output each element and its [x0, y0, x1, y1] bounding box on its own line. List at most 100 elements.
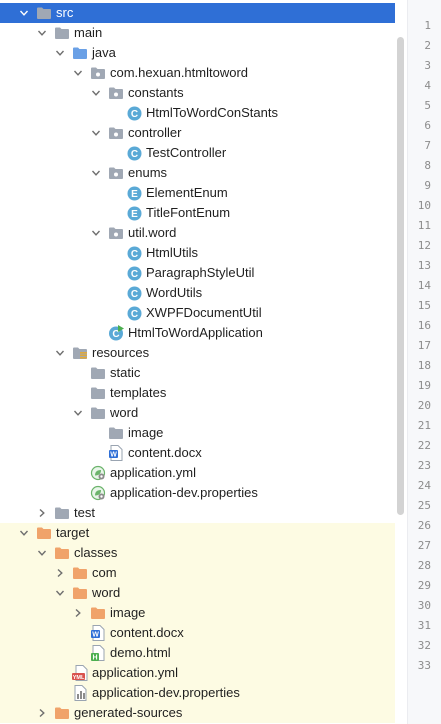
tree-item[interactable]: C XWPFDocumentUtil: [0, 303, 395, 323]
line-number: 21: [417, 419, 431, 432]
tree-item[interactable]: main: [0, 23, 395, 43]
line-number: 26: [417, 519, 431, 532]
folder-icon: [54, 505, 70, 521]
source-folder-icon: [72, 45, 88, 61]
tree-item-label: src: [56, 5, 74, 20]
tree-item[interactable]: generated-sources: [0, 703, 395, 723]
tree-item[interactable]: C WordUtils: [0, 283, 395, 303]
svg-text:C: C: [130, 249, 137, 260]
line-number: 1: [424, 19, 431, 32]
line-number: 14: [417, 279, 431, 292]
html-file-icon: H: [90, 645, 106, 661]
tree-item[interactable]: word: [0, 403, 395, 423]
tree-item-label: ElementEnum: [146, 185, 228, 200]
tree-item[interactable]: C HtmlToWordConStants: [0, 103, 395, 123]
tree-item[interactable]: test: [0, 503, 395, 523]
tree-item-label: controller: [128, 125, 182, 140]
tree-item[interactable]: com.hexuan.htmltoword: [0, 63, 395, 83]
chevron-down-icon[interactable]: [90, 86, 102, 100]
folder-icon: [90, 405, 106, 421]
class-icon: C: [126, 105, 142, 121]
chevron-down-icon[interactable]: [72, 66, 84, 80]
folder-icon: [54, 25, 70, 41]
tree-item[interactable]: Hdemo.html: [0, 643, 395, 663]
tree-item[interactable]: C TestController: [0, 143, 395, 163]
chevron-down-icon[interactable]: [54, 346, 66, 360]
tree-item[interactable]: application-dev.properties: [0, 683, 395, 703]
line-number: 22: [417, 439, 431, 452]
chevron-right-icon[interactable]: [36, 506, 48, 520]
line-number: 16: [417, 319, 431, 332]
package-icon: [108, 85, 124, 101]
chevron-down-icon[interactable]: [90, 166, 102, 180]
tree-item[interactable]: word: [0, 583, 395, 603]
tree-item[interactable]: static: [0, 363, 395, 383]
tree-scrollbar[interactable]: [395, 0, 407, 724]
tree-item[interactable]: C HtmlToWordApplication: [0, 323, 395, 343]
chevron-down-icon[interactable]: [18, 6, 30, 20]
tree-item[interactable]: Wcontent.docx: [0, 443, 395, 463]
spring-config-icon: [90, 465, 106, 481]
tree-item[interactable]: image: [0, 603, 395, 623]
tree-item[interactable]: java: [0, 43, 395, 63]
tree-item-label: image: [110, 605, 146, 620]
tree-item[interactable]: resources: [0, 343, 395, 363]
line-number: 25: [417, 499, 431, 512]
tree-item[interactable]: classes: [0, 543, 395, 563]
class-icon: C: [126, 285, 142, 301]
excluded-folder-icon: [36, 525, 52, 541]
line-number: 19: [417, 379, 431, 392]
chevron-down-icon[interactable]: [36, 546, 48, 560]
chevron-down-icon[interactable]: [54, 586, 66, 600]
chevron-down-icon[interactable]: [90, 226, 102, 240]
tree-item[interactable]: E TitleFontEnum: [0, 203, 395, 223]
tree-item[interactable]: image: [0, 423, 395, 443]
folder-icon: [90, 365, 106, 381]
tree-item[interactable]: util.word: [0, 223, 395, 243]
chevron-down-icon[interactable]: [54, 46, 66, 60]
enum-icon: E: [126, 205, 142, 221]
tree-item[interactable]: C HtmlUtils: [0, 243, 395, 263]
chevron-down-icon[interactable]: [36, 26, 48, 40]
tree-item[interactable]: target: [0, 523, 395, 543]
tree-item[interactable]: controller: [0, 123, 395, 143]
excluded-folder-icon: [54, 705, 70, 721]
tree-item[interactable]: Wcontent.docx: [0, 623, 395, 643]
tree-item-label: word: [110, 405, 139, 420]
tree-item-label: classes: [74, 545, 118, 560]
line-number: 6: [424, 119, 431, 132]
folder-icon: [36, 5, 52, 21]
line-number: 18: [417, 359, 431, 372]
tree-item[interactable]: constants: [0, 83, 395, 103]
tree-item-label: com: [92, 565, 117, 580]
tree-item-label: templates: [110, 385, 167, 400]
chevron-right-icon[interactable]: [54, 566, 66, 580]
tree-item-label: TitleFontEnum: [146, 205, 231, 220]
svg-text:H: H: [92, 655, 97, 662]
svg-text:YML: YML: [73, 675, 85, 681]
tree-item-label: test: [74, 505, 95, 520]
line-number: 4: [424, 79, 431, 92]
chevron-down-icon[interactable]: [90, 126, 102, 140]
tree-item[interactable]: enums: [0, 163, 395, 183]
tree-item[interactable]: YML application.yml: [0, 663, 395, 683]
chevron-right-icon[interactable]: [72, 606, 84, 620]
tree-item-label: generated-sources: [74, 705, 183, 720]
chevron-down-icon[interactable]: [72, 406, 84, 420]
chevron-right-icon[interactable]: [36, 706, 48, 720]
tree-item[interactable]: application.yml: [0, 463, 395, 483]
line-number: 7: [424, 139, 431, 152]
tree-item-label: image: [128, 425, 164, 440]
tree-item[interactable]: C ParagraphStyleUtil: [0, 263, 395, 283]
tree-item[interactable]: src: [0, 3, 395, 23]
tree-item-label: resources: [92, 345, 150, 360]
tree-item[interactable]: application-dev.properties: [0, 483, 395, 503]
chevron-down-icon[interactable]: [18, 526, 30, 540]
tree-item[interactable]: E ElementEnum: [0, 183, 395, 203]
tree-item[interactable]: com: [0, 563, 395, 583]
line-number: 11: [417, 219, 431, 232]
scrollbar-thumb[interactable]: [397, 37, 404, 515]
tree-item-label: HtmlToWordApplication: [128, 325, 263, 340]
svg-text:E: E: [131, 189, 138, 200]
tree-item[interactable]: templates: [0, 383, 395, 403]
